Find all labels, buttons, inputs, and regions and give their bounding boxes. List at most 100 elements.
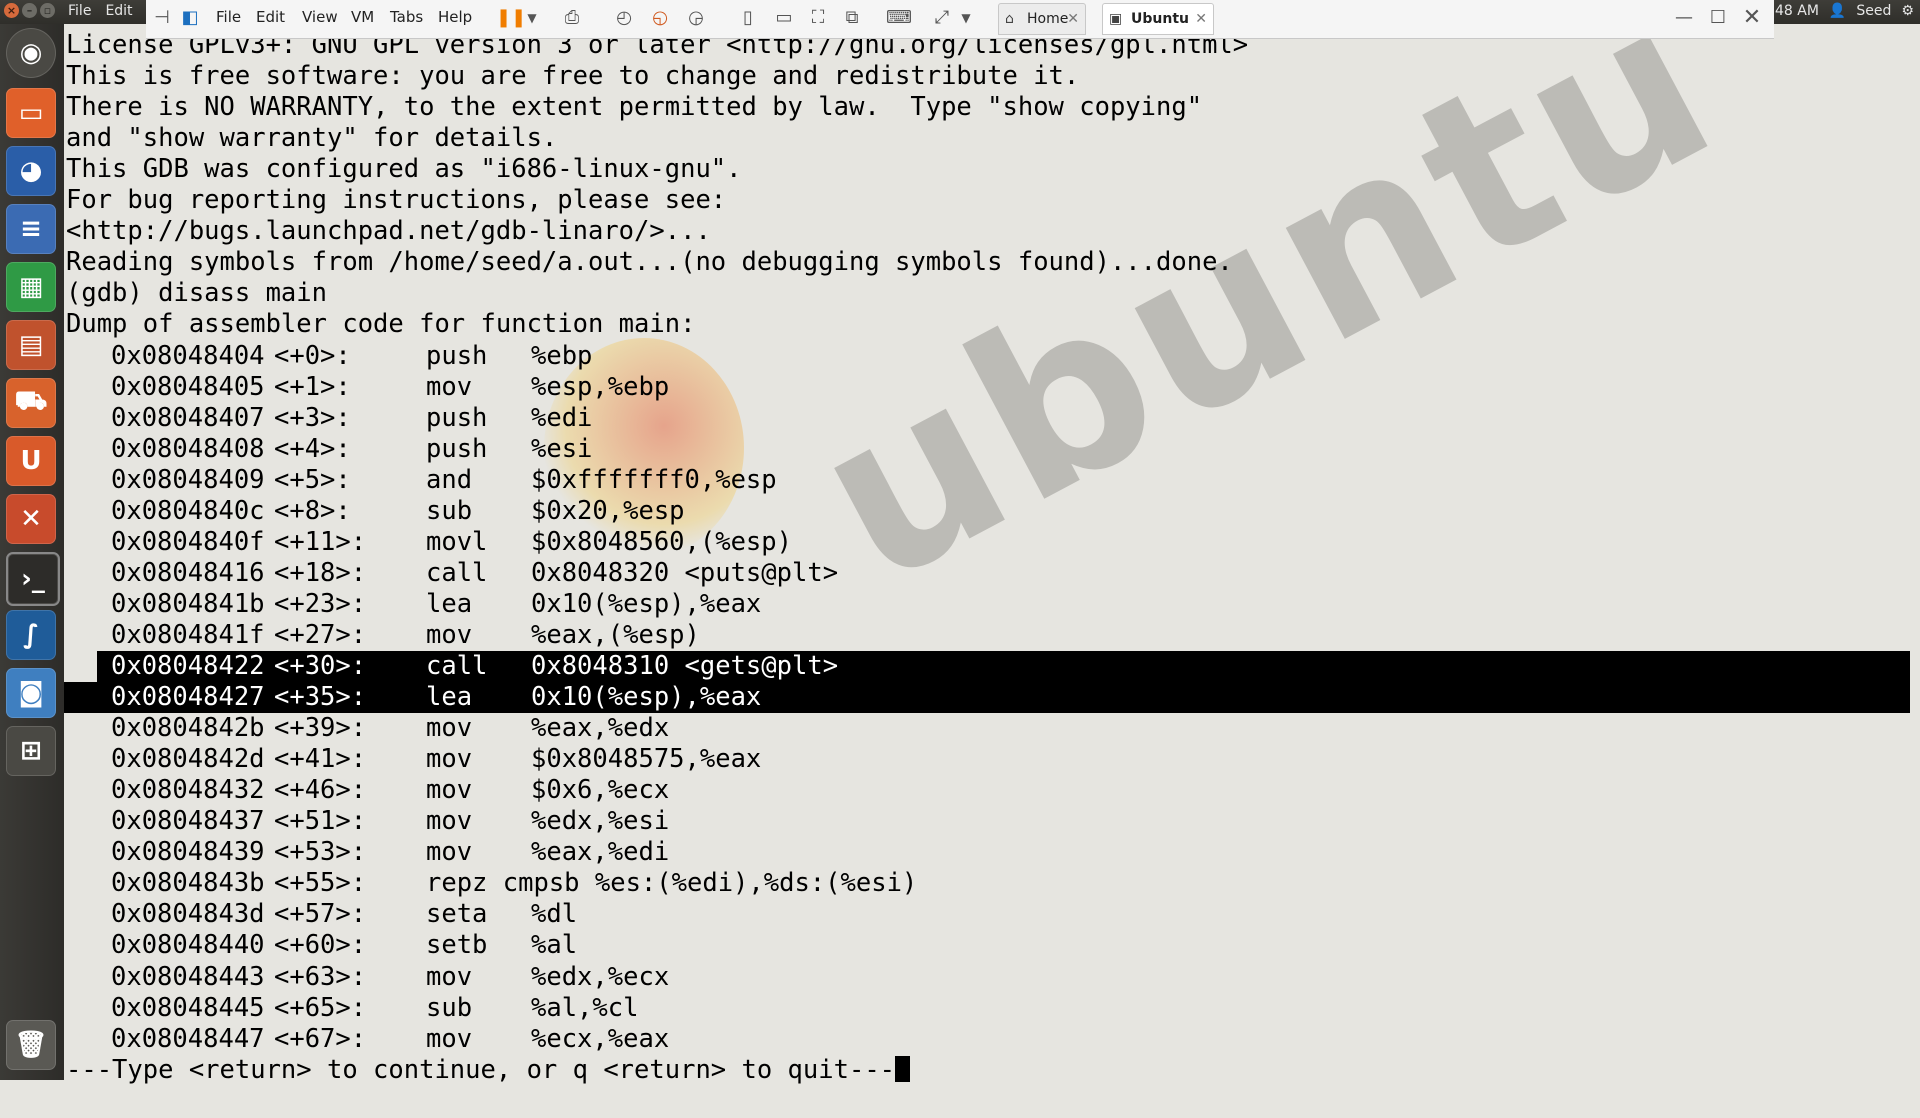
pause-icon[interactable]: ❚❚ xyxy=(496,6,526,30)
restore-window-icon[interactable]: ▫ xyxy=(40,3,55,18)
console-view-icon[interactable]: ⌨ xyxy=(886,6,912,30)
asm-offset: <+11>: xyxy=(274,526,367,557)
wireshark-icon[interactable]: ∫ xyxy=(6,610,56,660)
thumbnail-bar-icon[interactable]: ▭ xyxy=(772,6,796,30)
terminal-line: (gdb) disass main xyxy=(66,278,327,309)
menu-view[interactable]: View xyxy=(302,8,338,26)
menu-vm[interactable]: VM xyxy=(351,8,374,26)
pager-prompt: ---Type <return> to continue, or q <retu… xyxy=(66,1055,911,1086)
asm-address: 0x0804840f xyxy=(111,526,265,557)
asm-address: 0x0804842b xyxy=(111,713,265,744)
asm-address: 0x0804842d xyxy=(111,744,265,775)
asm-operands: 0x10(%esp),%eax xyxy=(531,682,762,713)
sidebar-toggle-icon[interactable]: ▯ xyxy=(736,6,760,30)
asm-address: 0x08048409 xyxy=(111,464,265,495)
stretch-dropdown-icon[interactable]: ▼ xyxy=(954,6,978,30)
asm-operands: %edx,%ecx xyxy=(531,961,670,992)
tab-label: Ubuntu xyxy=(1131,11,1189,27)
asm-offset: <+4>: xyxy=(274,433,351,464)
panel-menu-file[interactable]: File xyxy=(68,3,91,19)
asm-offset: <+51>: xyxy=(274,806,367,837)
asm-operands: %esp,%ebp xyxy=(531,371,670,402)
stretch-icon[interactable]: ⤢ xyxy=(930,6,954,30)
asm-address: 0x0804843d xyxy=(111,899,265,930)
asm-address: 0x0804843b xyxy=(111,868,265,899)
writer-icon[interactable]: ≡ xyxy=(6,204,56,254)
menu-tabs[interactable]: Tabs xyxy=(390,8,423,26)
asm-opcode: mov xyxy=(426,775,473,806)
settings-icon[interactable]: ✕ xyxy=(6,494,56,544)
asm-operands: 0x8048320 <puts@plt> xyxy=(531,557,839,588)
ubuntu-one-icon[interactable]: U xyxy=(6,436,56,486)
maximize-icon[interactable]: ☐ xyxy=(1706,6,1730,30)
terminal-line: For bug reporting instructions, please s… xyxy=(66,185,727,216)
revert-snapshot-icon[interactable]: ◵ xyxy=(648,6,672,30)
dropdown-arrow-icon[interactable]: ▼ xyxy=(520,6,544,30)
asm-line: 0x08048409 <+5>: and $0xfffffff0,%esp xyxy=(64,465,1910,496)
gear-icon[interactable]: ⚙ xyxy=(1901,3,1914,19)
asm-offset: <+27>: xyxy=(274,619,367,650)
unity-mode-icon[interactable]: ⧉ xyxy=(840,6,864,30)
asm-opcode: and xyxy=(426,464,473,495)
dash-icon[interactable]: ◉ xyxy=(6,28,56,78)
asm-operands: 0x8048310 <gets@plt> xyxy=(531,651,839,681)
asm-operands: 0x10(%esp),%eax xyxy=(531,588,762,619)
asm-offset: <+57>: xyxy=(274,899,367,930)
asm-line: 0x08048404 <+0>: push %ebp xyxy=(64,341,1910,372)
snapshot-manager-icon[interactable]: ◶ xyxy=(684,6,708,30)
terminal-view[interactable]: ubuntu License GPLv3+: GNU GPL version 3… xyxy=(64,0,1920,1085)
menu-help[interactable]: Help xyxy=(438,8,472,26)
close-tab-icon[interactable]: ✕ xyxy=(1195,4,1207,34)
asm-line: 0x08048432 <+46>: mov $0x6,%ecx xyxy=(64,775,1910,806)
asm-opcode: push xyxy=(426,433,488,464)
unity-launcher: ◉ ▭ ◕ ≡ ▦ ▤ ⛟ U ✕ ›_ ∫ ◙ ⊞ 🗑 xyxy=(0,24,64,1080)
asm-offset: <+23>: xyxy=(274,588,367,619)
tab-home[interactable]: ⌂ Home ✕ xyxy=(998,3,1086,35)
asm-address: 0x08048432 xyxy=(111,775,265,806)
asm-opcode: mov xyxy=(426,713,473,744)
asm-line: 0x0804842d <+41>: mov $0x8048575,%eax xyxy=(64,744,1910,775)
pin-icon[interactable]: ⊣ xyxy=(150,6,174,30)
files-icon[interactable]: ▭ xyxy=(6,88,56,138)
close-icon[interactable]: ✕ xyxy=(1740,6,1764,30)
firefox-icon[interactable]: ◕ xyxy=(6,146,56,196)
user-name[interactable]: Seed xyxy=(1856,3,1891,19)
impress-icon[interactable]: ▤ xyxy=(6,320,56,370)
send-ctrl-alt-del-icon[interactable]: ⎙ xyxy=(560,6,584,30)
asm-address: 0x08048445 xyxy=(111,992,265,1023)
asm-opcode: mov xyxy=(426,1023,473,1054)
workspace-icon[interactable]: ⊞ xyxy=(6,726,56,776)
asm-offset: <+46>: xyxy=(274,775,367,806)
asm-opcode: push xyxy=(426,340,488,371)
asm-opcode: seta xyxy=(426,899,488,930)
minimize-icon[interactable]: — xyxy=(1672,6,1696,30)
asm-line: 0x08048439 <+53>: mov %eax,%edi xyxy=(64,837,1910,868)
tab-ubuntu[interactable]: ▣ Ubuntu ✕ xyxy=(1102,3,1214,35)
clock[interactable]: 48 AM xyxy=(1775,3,1819,19)
minimize-window-icon[interactable]: – xyxy=(22,3,37,18)
menu-file[interactable]: File xyxy=(216,8,241,26)
asm-line: 0x0804840f <+11>: movl $0x8048560,(%esp) xyxy=(64,527,1910,558)
screenshot-icon[interactable]: ◙ xyxy=(6,668,56,718)
asm-line: 0x08048408 <+4>: push %esi xyxy=(64,434,1910,465)
close-window-icon[interactable]: × xyxy=(4,3,19,18)
asm-operands: $0xfffffff0,%esp xyxy=(531,464,777,495)
vmware-logo-icon: ◧ xyxy=(181,7,199,28)
asm-line: 0x0804843b <+55>: repz cmpsb %es:(%edi),%d… xyxy=(64,868,1910,899)
asm-address: 0x08048443 xyxy=(111,961,265,992)
snapshot-icon[interactable]: ◴ xyxy=(612,6,636,30)
asm-operands: $0x6,%ecx xyxy=(531,775,670,806)
panel-menu-edit[interactable]: Edit xyxy=(105,3,132,19)
asm-address: 0x08048405 xyxy=(111,371,265,402)
asm-address: 0x08048440 xyxy=(111,930,265,961)
calc-icon[interactable]: ▦ xyxy=(6,262,56,312)
terminal-icon[interactable]: ›_ xyxy=(6,552,60,606)
menu-edit[interactable]: Edit xyxy=(256,8,285,26)
fullscreen-icon[interactable]: ⛶ xyxy=(806,6,830,30)
trash-icon[interactable]: 🗑 xyxy=(6,1020,56,1070)
asm-operands: %al,%cl xyxy=(531,992,639,1023)
asm-address: 0x08048407 xyxy=(111,402,265,433)
software-center-icon[interactable]: ⛟ xyxy=(6,378,56,428)
close-tab-icon[interactable]: ✕ xyxy=(1067,4,1079,34)
asm-operands: %eax,(%esp) xyxy=(531,619,700,650)
